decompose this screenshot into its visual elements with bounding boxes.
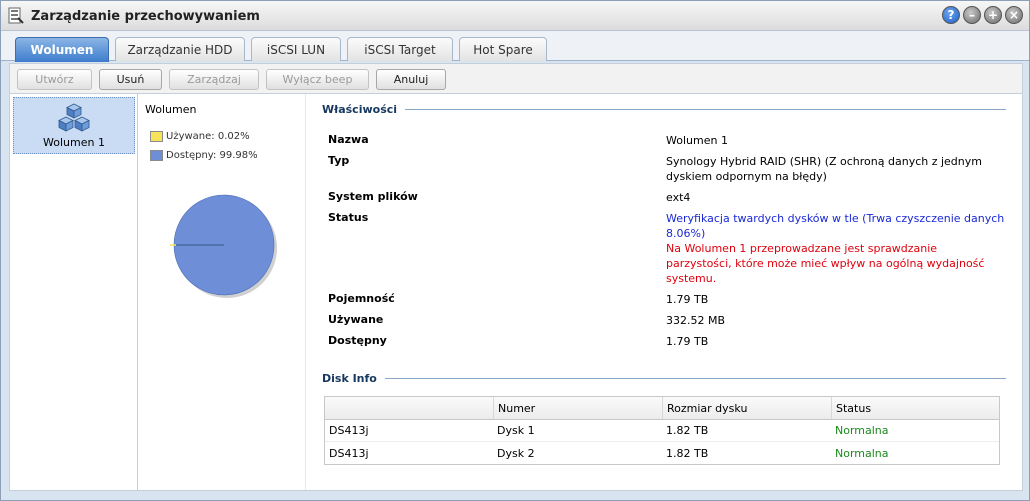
property-key: Typ	[328, 154, 350, 167]
status-background-check: Weryfikacja twardych dysków w tle	[666, 212, 859, 225]
create-button[interactable]: Utwórz	[17, 69, 92, 90]
table-row[interactable]: DS413j Dysk 1 1.82 TB Normalna	[325, 420, 999, 442]
tab-iscsi-target[interactable]: iSCSI Target	[347, 37, 453, 61]
minimize-icon[interactable]: –	[963, 6, 981, 24]
property-value: ext4	[666, 191, 691, 204]
column-header-status[interactable]: Status	[831, 397, 999, 419]
table-row[interactable]: DS413j Dysk 2 1.82 TB Normalna	[325, 442, 999, 464]
properties-section-header: Właściwości	[322, 103, 1006, 116]
property-value: Synology Hybrid RAID (SHR) (Z ochroną da…	[666, 155, 982, 183]
tab-bar: Wolumen Zarządzanie HDD iSCSI LUN iSCSI …	[1, 31, 1029, 62]
legend-item-available: Dostępny: 99.98%	[150, 150, 258, 161]
usage-pie-chart	[170, 194, 277, 298]
close-icon[interactable]: ×	[1005, 6, 1023, 24]
legend-swatch-used	[150, 131, 163, 142]
title-bar[interactable]: Zarządzanie przechowywaniem ? – + ×	[1, 1, 1029, 31]
property-value-status: Weryfikacja twardych dysków w tle (Trwa …	[666, 211, 1006, 286]
tab-hdd-management[interactable]: Zarządzanie HDD	[115, 37, 245, 61]
window-title: Zarządzanie przechowywaniem	[31, 9, 260, 24]
properties-header-label: Właściwości	[322, 103, 398, 116]
disk-info-header-label: Disk Info	[322, 372, 377, 385]
cancel-button[interactable]: Anuluj	[376, 69, 446, 90]
chart-title: Wolumen	[145, 103, 197, 116]
legend-swatch-available	[150, 150, 163, 161]
toolbar: Utwórz Usuń Zarządzaj Wyłącz beep Anuluj	[9, 63, 1023, 93]
remove-button[interactable]: Usuń	[99, 69, 162, 90]
usage-chart-panel: Wolumen Używane: 0.02% Dostępny: 99.98%	[138, 94, 306, 490]
cell-device: DS413j	[329, 446, 369, 460]
legend-item-used: Używane: 0.02%	[150, 131, 250, 142]
property-key: Pojemność	[328, 292, 395, 305]
volume-list: Wolumen 1	[10, 94, 138, 490]
column-header-number[interactable]: Numer	[493, 397, 662, 419]
main-content: Wolumen 1 Wolumen Używane: 0.02% Dostępn…	[9, 93, 1023, 491]
volume-cubes-icon	[58, 103, 90, 132]
beep-off-button[interactable]: Wyłącz beep	[266, 69, 369, 90]
legend-label-available: Dostępny: 99.98%	[166, 150, 258, 161]
storage-manager-app-icon	[8, 7, 24, 24]
disk-info-section-header: Disk Info	[322, 372, 1006, 385]
property-value: Wolumen 1	[666, 134, 728, 147]
property-key: System plików	[328, 190, 418, 203]
property-value: 332.52 MB	[666, 314, 726, 327]
cell-status: Normalna	[835, 424, 889, 437]
legend-label-used: Używane: 0.02%	[166, 131, 250, 142]
help-icon[interactable]: ?	[942, 6, 960, 24]
property-key: Używane	[328, 313, 384, 326]
window-controls: ? – + ×	[942, 6, 1023, 24]
tab-hot-spare[interactable]: Hot Spare	[459, 37, 547, 61]
status-parity-warning: Na Wolumen 1 przeprowadzane jest sprawdz…	[666, 242, 985, 285]
property-key: Dostępny	[328, 334, 387, 347]
manage-button[interactable]: Zarządzaj	[169, 69, 259, 90]
cell-status: Normalna	[835, 446, 889, 460]
storage-manager-window: Zarządzanie przechowywaniem ? – + × Wolu…	[0, 0, 1030, 501]
volume-list-item[interactable]: Wolumen 1	[13, 97, 135, 154]
property-key: Status	[328, 211, 369, 224]
column-header-disk-size[interactable]: Rozmiar dysku	[662, 397, 831, 419]
properties-panel: Właściwości Nazwa Wolumen 1 Typ Synology…	[306, 94, 1022, 490]
maximize-icon[interactable]: +	[984, 6, 1002, 24]
cell-number: Dysk 2	[497, 446, 535, 460]
property-value: 1.79 TB	[666, 293, 709, 306]
column-header[interactable]	[325, 397, 493, 419]
table-header: Numer Rozmiar dysku Status	[325, 397, 999, 420]
cell-size: 1.82 TB	[666, 446, 709, 460]
tab-iscsi-lun[interactable]: iSCSI LUN	[251, 37, 341, 61]
cell-device: DS413j	[329, 424, 369, 437]
volume-list-item-label: Wolumen 1	[43, 136, 105, 149]
cell-number: Dysk 1	[497, 424, 535, 437]
property-value: 1.79 TB	[666, 335, 709, 348]
disk-info-table: Numer Rozmiar dysku Status DS413j Dysk 1…	[324, 396, 1000, 465]
property-key: Nazwa	[328, 133, 369, 146]
cell-size: 1.82 TB	[666, 424, 709, 437]
tab-wolumen[interactable]: Wolumen	[15, 37, 109, 62]
